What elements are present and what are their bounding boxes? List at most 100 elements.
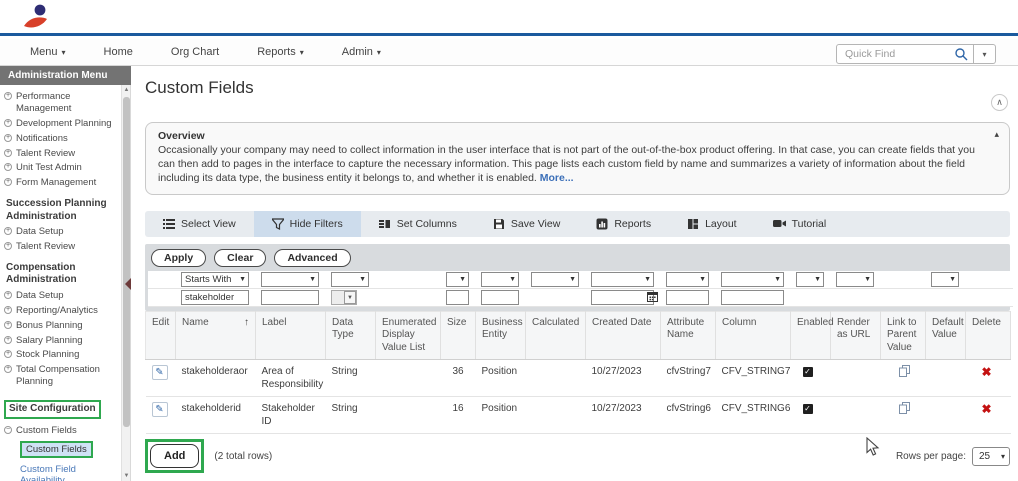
sidebar-item-development-planning[interactable]: + Development Planning xyxy=(4,118,119,130)
sidebar-item-performance-management[interactable]: + Performance Management xyxy=(4,91,119,115)
sidebar-item-custom-field-availability[interactable]: Custom Field Availability xyxy=(20,464,119,481)
created-date-filter-input[interactable] xyxy=(591,289,654,305)
delete-x-icon[interactable]: ✖ xyxy=(982,365,992,381)
col-name[interactable]: ↑ Name xyxy=(175,310,256,361)
reports-button[interactable]: Reports xyxy=(578,211,669,237)
col-default-value[interactable]: Default Value xyxy=(925,310,966,361)
edit-pencil-icon[interactable]: ✎ xyxy=(151,402,168,418)
tutorial-button[interactable]: Tutorial xyxy=(755,211,845,237)
name-filter-input[interactable] xyxy=(181,289,249,305)
nav-menu[interactable]: Menu ▾ xyxy=(30,46,66,58)
apply-button[interactable]: Apply xyxy=(151,248,207,267)
size-operator-select[interactable]: ▼ xyxy=(446,271,469,287)
sidebar-item-talent-review[interactable]: + Talent Review xyxy=(4,148,119,160)
col-enumerated-display-value-list[interactable]: Enumerated Display Value List xyxy=(375,310,441,361)
col-business-entity[interactable]: Business Entity xyxy=(475,310,526,361)
set-columns-button[interactable]: Set Columns xyxy=(361,211,475,237)
expand-plus-icon[interactable]: + xyxy=(4,335,12,344)
sidebar-item-stock-planning[interactable]: + Stock Planning xyxy=(4,349,119,361)
column-filter-input[interactable] xyxy=(721,289,784,305)
col-render-as-url[interactable]: Render as URL xyxy=(830,310,881,361)
sidebar-item-custom-fields-group[interactable]: − Custom Fields xyxy=(4,425,119,437)
enabled-checkbox[interactable]: ✓ xyxy=(802,367,813,378)
data-type-value-select[interactable]: ▼ xyxy=(331,289,357,305)
calculated-filter-select[interactable]: ▼ xyxy=(531,271,579,287)
sidebar-item-data-setup[interactable]: + Data Setup xyxy=(4,226,119,238)
overview-collapse-icon[interactable]: ▴ xyxy=(994,129,999,140)
expand-plus-icon[interactable]: + xyxy=(4,320,12,329)
expand-plus-icon[interactable]: + xyxy=(4,178,12,187)
advanced-button[interactable]: Advanced xyxy=(274,248,351,267)
hide-filters-button[interactable]: Hide Filters xyxy=(253,210,361,237)
sidebar-item-data-setup-2[interactable]: + Data Setup xyxy=(4,290,119,302)
expand-plus-icon[interactable]: + xyxy=(4,163,12,172)
expand-plus-icon[interactable]: + xyxy=(4,133,12,142)
page-collapse-button[interactable]: ∧ xyxy=(991,94,1008,111)
copy-pages-icon[interactable] xyxy=(898,365,910,381)
expand-plus-icon[interactable]: + xyxy=(4,350,12,359)
expand-plus-icon[interactable]: + xyxy=(4,305,12,314)
sidebar-item-form-management[interactable]: + Form Management xyxy=(4,177,119,189)
calendar-icon[interactable] xyxy=(647,291,658,302)
name-operator-select[interactable]: Starts With ▼ xyxy=(181,271,249,287)
save-view-button[interactable]: Save View xyxy=(475,211,578,237)
attribute-name-filter-input[interactable] xyxy=(666,289,709,305)
created-date-operator-select[interactable]: ▼ xyxy=(591,271,654,287)
search-icon[interactable] xyxy=(954,47,968,61)
sidebar-item-custom-fields-selected[interactable]: Custom Fields xyxy=(20,441,93,459)
copy-pages-icon[interactable] xyxy=(898,402,910,418)
expand-plus-icon[interactable]: + xyxy=(4,92,12,100)
clear-button[interactable]: Clear xyxy=(214,248,267,267)
select-view-button[interactable]: Select View xyxy=(145,211,254,237)
default-value-filter-select[interactable]: ▼ xyxy=(931,271,959,287)
col-link-to-parent-value[interactable]: Link to Parent Value xyxy=(880,310,926,361)
label-filter-input[interactable] xyxy=(261,289,319,305)
layout-button[interactable]: Layout xyxy=(669,211,755,237)
edit-pencil-icon[interactable]: ✎ xyxy=(151,365,168,381)
sidebar-item-reporting-analytics[interactable]: + Reporting/Analytics xyxy=(4,305,119,317)
col-attribute-name[interactable]: Attribute Name xyxy=(660,310,716,361)
rows-per-page-select[interactable]: 25 ▾ xyxy=(972,446,1010,466)
expand-plus-icon[interactable]: + xyxy=(4,365,12,374)
delete-x-icon[interactable]: ✖ xyxy=(982,402,992,418)
col-column[interactable]: Column xyxy=(715,310,791,361)
render-as-url-filter-select[interactable]: ▼ xyxy=(836,271,874,287)
scrollbar-thumb[interactable] xyxy=(123,97,130,427)
nav-admin[interactable]: Admin ▾ xyxy=(342,46,381,58)
sidebar-item-bonus-planning[interactable]: + Bonus Planning xyxy=(4,320,119,332)
size-filter-input[interactable] xyxy=(446,289,469,305)
business-entity-filter-input[interactable] xyxy=(481,289,519,305)
sidebar-item-talent-review-2[interactable]: + Talent Review xyxy=(4,241,119,253)
more-link[interactable]: More... xyxy=(540,172,574,184)
expand-plus-icon[interactable]: + xyxy=(4,148,12,157)
enabled-filter-select[interactable]: ▼ xyxy=(796,271,824,287)
quick-find-options-button[interactable]: ▾ xyxy=(974,44,996,64)
expand-plus-icon[interactable]: + xyxy=(4,290,12,299)
nav-home[interactable]: Home xyxy=(104,46,133,58)
col-calculated[interactable]: Calculated xyxy=(525,310,586,361)
business-entity-operator-select[interactable]: ▼ xyxy=(481,271,519,287)
sidebar-item-notifications[interactable]: + Notifications xyxy=(4,133,119,145)
expand-plus-icon[interactable]: + xyxy=(4,118,12,127)
col-data-type[interactable]: Data Type xyxy=(325,310,376,361)
col-size[interactable]: Size xyxy=(440,310,476,361)
enabled-checkbox[interactable]: ✓ xyxy=(802,404,813,415)
label-operator-select[interactable]: ▼ xyxy=(261,271,319,287)
scroll-up-icon[interactable]: ▲ xyxy=(122,85,131,95)
expand-plus-icon[interactable]: + xyxy=(4,227,12,236)
col-created-date[interactable]: Created Date xyxy=(585,310,661,361)
attribute-name-operator-select[interactable]: ▼ xyxy=(666,271,709,287)
col-label[interactable]: Label xyxy=(255,310,326,361)
sidebar-item-unit-test-admin[interactable]: + Unit Test Admin xyxy=(4,162,119,174)
column-operator-select[interactable]: ▼ xyxy=(721,271,784,287)
data-type-filter-select[interactable]: ▼ xyxy=(331,271,369,287)
collapse-minus-icon[interactable]: − xyxy=(4,425,12,434)
scroll-down-icon[interactable]: ▼ xyxy=(122,471,131,481)
sidebar-item-salary-planning[interactable]: + Salary Planning xyxy=(4,335,119,347)
expand-plus-icon[interactable]: + xyxy=(4,242,12,250)
sidebar-item-total-compensation-planning[interactable]: + Total Compensation Planning xyxy=(4,364,119,388)
col-enabled[interactable]: Enabled xyxy=(790,310,834,361)
nav-reports[interactable]: Reports ▾ xyxy=(257,46,304,58)
add-button[interactable]: Add xyxy=(150,444,200,469)
nav-org-chart[interactable]: Org Chart xyxy=(171,46,219,58)
